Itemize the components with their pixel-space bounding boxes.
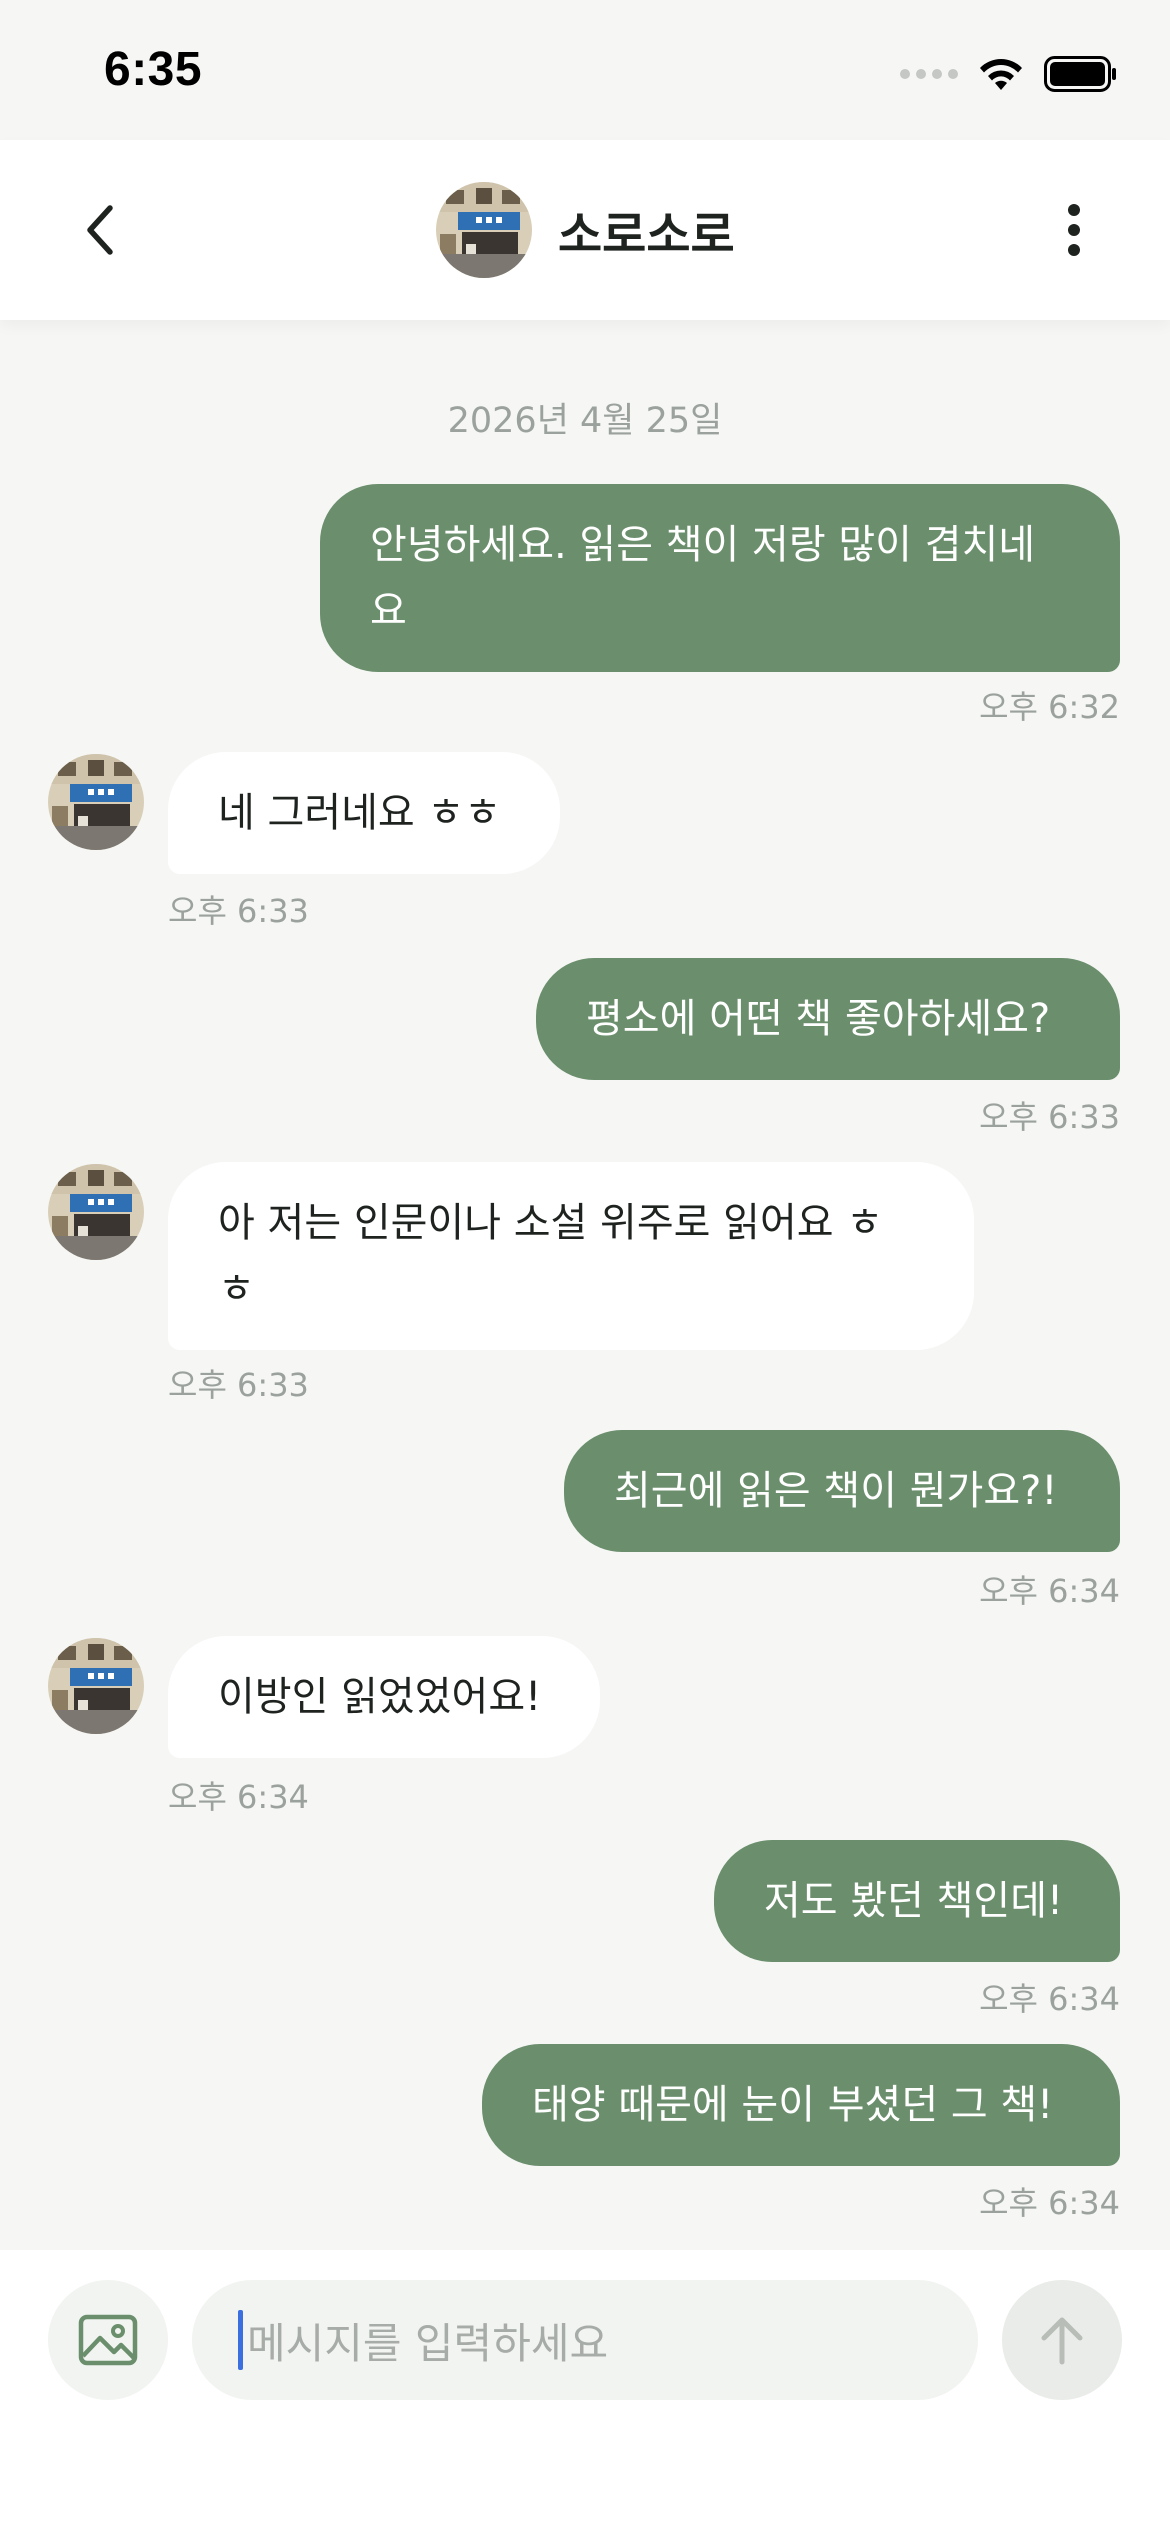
send-button[interactable] [1002,2280,1122,2400]
chat-title: 소로소로 [558,207,735,263]
battery-icon [1044,56,1116,92]
arrow-up-icon [1041,2317,1083,2365]
message-text: 안녕하세요. 읽은 책이 저랑 많이 겹치네 [370,522,1036,568]
message-bubble-received[interactable]: 네 그러네요 ㅎㅎ [168,752,560,874]
message-bubble-sent[interactable]: 저도 봤던 책인데! [714,1840,1120,1962]
message-time: 오후 6:34 [979,1572,1120,1610]
message-bubble-sent[interactable]: 평소에 어떤 책 좋아하세요? [536,958,1120,1080]
chat-partner[interactable]: 소로소로 [436,182,735,278]
attach-image-button[interactable] [48,2280,168,2400]
message-bubble-received[interactable]: 아 저는 인문이나 소설 위주로 읽어요 ㅎ ㅎ [168,1162,974,1350]
message-time: 오후 6:34 [979,1980,1120,2018]
message-bubble-sent[interactable]: 안녕하세요. 읽은 책이 저랑 많이 겹치네 요 [320,484,1120,672]
message-text: 평소에 어떤 책 좋아하세요? [586,996,1051,1042]
message-text: 최근에 읽은 책이 뭔가요?! [614,1468,1058,1514]
message-list[interactable]: 2026년 4월 25일 안녕하세요. 읽은 책이 저랑 많이 겹치네 요 오후… [0,320,1170,2250]
message-time: 오후 6:33 [979,1098,1120,1136]
back-button[interactable] [60,190,140,270]
chat-header: 소로소로 [0,140,1170,320]
message-bubble-sent[interactable]: 최근에 읽은 책이 뭔가요?! [564,1430,1120,1552]
message-text: 이방인 읽었었어요! [218,1674,542,1720]
status-icons [900,52,1118,96]
avatar[interactable] [48,754,144,850]
chevron-left-icon [87,205,113,255]
avatar[interactable] [436,182,532,278]
message-text: 네 그러네요 ㅎㅎ [218,790,502,836]
message-time: 오후 6:32 [979,688,1120,726]
message-bubble-received[interactable]: 이방인 읽었었어요! [168,1636,600,1758]
more-options-button[interactable] [1034,190,1114,270]
message-composer: 메시지를 입력하세요 [0,2250,1170,2532]
message-text: 태양 때문에 눈이 부셨던 그 책! [532,2082,1054,2128]
text-cursor [238,2310,243,2370]
cellular-signal-icon [900,69,958,79]
avatar[interactable] [48,1164,144,1260]
status-time: 6:35 [104,43,203,96]
message-text: 저도 봤던 책인데! [764,1878,1064,1924]
message-time: 오후 6:33 [168,1366,309,1404]
message-text: ㅎ [218,1266,255,1312]
message-time: 오후 6:34 [979,2184,1120,2222]
wifi-icon [980,59,1022,90]
message-input[interactable]: 메시지를 입력하세요 [192,2280,978,2400]
message-bubble-sent[interactable]: 태양 때문에 눈이 부셨던 그 책! [482,2044,1120,2166]
message-time: 오후 6:34 [168,1778,309,1816]
avatar[interactable] [48,1638,144,1734]
more-vertical-icon [1068,204,1080,256]
message-time: 오후 6:33 [168,892,309,930]
message-text: 아 저는 인문이나 소설 위주로 읽어요 ㅎ [218,1200,884,1246]
message-input-placeholder: 메시지를 입력하세요 [247,2318,609,2368]
status-bar: 6:35 [0,0,1170,140]
message-text: 요 [370,588,407,634]
date-divider: 2026년 4월 25일 [447,401,723,441]
image-icon [78,2314,138,2366]
